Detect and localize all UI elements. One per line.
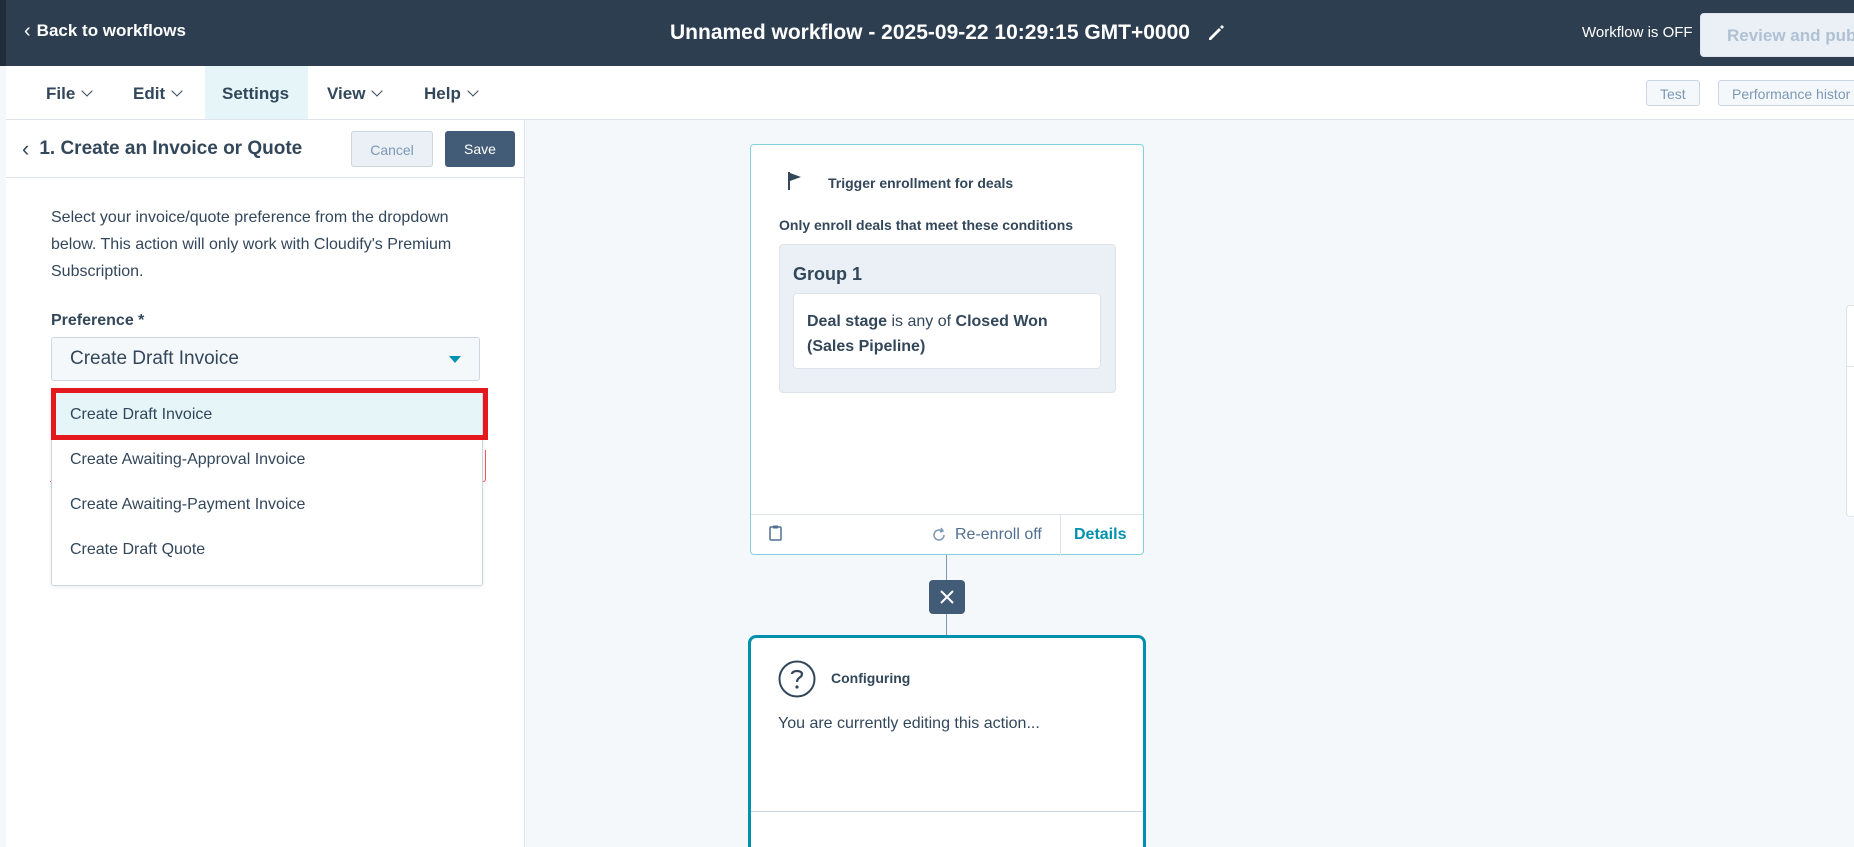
chevron-down-icon — [171, 85, 183, 97]
workflow-title-text: Unnamed workflow - 2025-09-22 10:29:15 G… — [670, 21, 1190, 44]
dropdown-option-draft-quote[interactable]: Create Draft Quote — [52, 527, 482, 571]
flag-icon — [788, 172, 801, 190]
trigger-subtitle: Only enroll deals that meet these condit… — [779, 217, 1074, 233]
sidebar-back[interactable]: ‹ 1. Create an Invoice or Quote — [22, 138, 302, 160]
clipboard-icon[interactable] — [769, 525, 782, 541]
preference-selected-value: Create Draft Invoice — [70, 348, 239, 369]
chevron-down-icon — [467, 85, 479, 97]
performance-history-button[interactable]: Performance histor — [1718, 80, 1854, 106]
configuring-action-card[interactable]: Configuring You are currently editing th… — [748, 635, 1146, 847]
menu-help[interactable]: Help — [424, 66, 479, 119]
menu-settings[interactable]: Settings — [205, 66, 308, 119]
top-header: ‹ Back to workflows Unnamed workflow - 2… — [0, 0, 1854, 66]
group-title: Group 1 — [793, 264, 863, 284]
back-to-workflows-link[interactable]: ‹ Back to workflows — [24, 21, 186, 41]
pencil-icon[interactable] — [1206, 23, 1226, 43]
menu-edit-label: Edit — [133, 84, 166, 103]
reenroll-status[interactable]: Re-enroll off — [931, 526, 1042, 544]
configuring-text: You are currently editing this action... — [778, 715, 1040, 732]
condition-item[interactable]: Deal stage is any of Closed Won (Sales P… — [793, 293, 1101, 369]
cancel-button[interactable]: Cancel — [351, 131, 433, 167]
preference-label: Preference * — [51, 312, 145, 329]
close-icon — [940, 590, 954, 604]
menu-file[interactable]: File — [46, 66, 93, 119]
details-button[interactable]: Details — [1060, 515, 1143, 555]
trigger-title: Trigger enrollment for deals — [828, 175, 1014, 191]
menu-bar: File Edit Settings View Help Test Perfor… — [6, 66, 1854, 120]
trigger-card[interactable]: Trigger enrollment for deals Only enroll… — [750, 144, 1144, 555]
workflow-title: Unnamed workflow - 2025-09-22 10:29:15 G… — [670, 21, 1226, 45]
divider — [1847, 366, 1854, 367]
action-sidebar: ‹ 1. Create an Invoice or Quote Cancel S… — [6, 120, 525, 847]
sidebar-title: 1. Create an Invoice or Quote — [39, 138, 303, 159]
menu-edit[interactable]: Edit — [133, 66, 183, 119]
dropdown-option-awaiting-approval[interactable]: Create Awaiting-Approval Invoice — [52, 437, 482, 481]
right-panel-edge — [1846, 305, 1854, 517]
configuring-title: Configuring — [831, 670, 911, 686]
chevron-down-icon — [81, 85, 93, 97]
condition-group: Group 1 Deal stage is any of Closed Won … — [779, 244, 1116, 393]
condition-property: Deal stage — [807, 313, 888, 330]
condition-operator: is any of — [887, 313, 956, 330]
close-branch-button[interactable] — [929, 580, 965, 614]
connector-line — [946, 555, 947, 580]
sidebar-header: ‹ 1. Create an Invoice or Quote Cancel S… — [6, 120, 525, 178]
connector-line — [946, 614, 947, 635]
workflow-status: Workflow is OFF — [1582, 24, 1693, 41]
divider — [751, 811, 1143, 812]
trigger-footer: Re-enroll off Details — [751, 514, 1143, 555]
action-description: Select your invoice/quote preference fro… — [51, 209, 452, 280]
menu-settings-label: Settings — [222, 84, 290, 103]
review-and-publish-button[interactable]: Review and publi — [1700, 13, 1854, 57]
dropdown-option-awaiting-payment[interactable]: Create Awaiting-Payment Invoice — [52, 482, 482, 526]
test-button[interactable]: Test — [1646, 80, 1700, 106]
caret-down-icon — [449, 356, 461, 363]
chevron-down-icon — [371, 85, 384, 97]
dropdown-option-draft-invoice[interactable]: Create Draft Invoice — [52, 392, 482, 436]
back-link-label: Back to workflows — [36, 21, 186, 40]
reenroll-label: Re-enroll off — [955, 526, 1042, 543]
chevron-left-icon: ‹ — [24, 20, 31, 42]
menu-file-label: File — [46, 84, 76, 103]
preference-select[interactable]: Create Draft Invoice — [51, 337, 480, 381]
question-icon — [778, 660, 816, 698]
refresh-icon — [933, 527, 945, 541]
chevron-left-icon: ‹ — [22, 136, 30, 161]
save-button[interactable]: Save — [445, 131, 515, 167]
menu-view[interactable]: View — [327, 66, 384, 119]
menu-help-label: Help — [424, 84, 461, 103]
preference-dropdown-menu: Create Draft Invoice Create Awaiting-App… — [51, 388, 483, 586]
menu-view-label: View — [327, 84, 366, 103]
